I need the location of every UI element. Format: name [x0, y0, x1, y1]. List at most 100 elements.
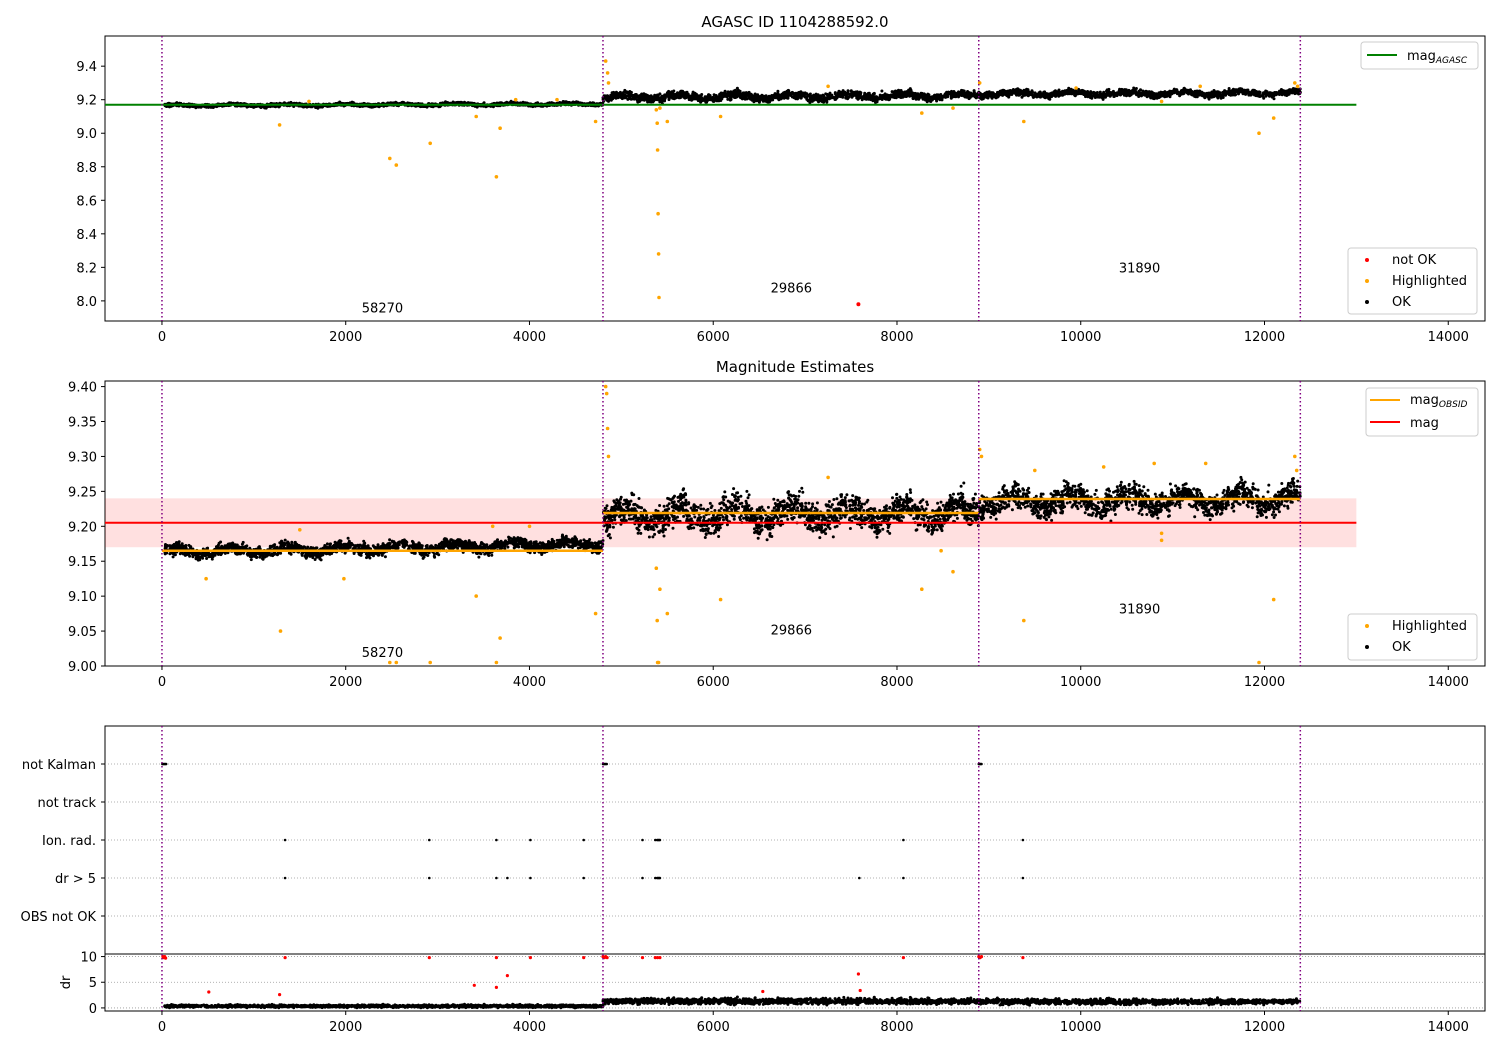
ok-point [950, 93, 954, 97]
ok-point [733, 96, 736, 99]
ok-point [739, 92, 743, 96]
ok-point [658, 98, 662, 101]
ok-point [820, 100, 824, 103]
ok-point [807, 98, 810, 102]
ok-point [679, 89, 683, 93]
ok-point [653, 97, 657, 101]
ok-point [622, 91, 625, 94]
ok-point [857, 96, 861, 100]
ok-point [646, 99, 650, 103]
ok-point [897, 88, 900, 92]
ok-point [666, 94, 670, 98]
ok-point [746, 91, 750, 95]
ok-point [610, 94, 614, 98]
ok-point [816, 98, 820, 101]
ok-point [660, 100, 664, 104]
ok-point [953, 94, 957, 98]
ok-point [796, 95, 800, 99]
ok-point [673, 94, 677, 98]
ok-point [867, 91, 870, 95]
ok-point [799, 93, 803, 97]
ok-point [924, 98, 928, 102]
ok-point [908, 94, 912, 98]
ok-point [316, 106, 320, 110]
ok-point [1264, 94, 1268, 98]
ok-point [880, 89, 884, 93]
ok-point [787, 91, 790, 95]
ok-point [1139, 88, 1142, 92]
ok-point [696, 95, 700, 99]
ok-point [707, 93, 711, 97]
ok-point [719, 92, 723, 96]
ok-point [946, 92, 950, 96]
ok-point [642, 94, 646, 98]
ok-point [846, 97, 850, 101]
ok-point [930, 97, 934, 101]
ok-point [672, 97, 676, 100]
ok-point [874, 96, 878, 100]
ok-point [884, 97, 888, 101]
ok-point [905, 93, 909, 97]
ok-point [700, 93, 704, 96]
ok-point [752, 94, 756, 98]
ok-point [973, 93, 977, 97]
ok-point [263, 106, 267, 110]
ok-point [621, 95, 625, 99]
ok-point [862, 95, 866, 99]
ok-point [1227, 87, 1231, 90]
ok-point [615, 94, 619, 98]
ok-point [475, 105, 479, 109]
ok-point [703, 98, 707, 101]
ok-point [880, 94, 884, 98]
ok-point [968, 95, 972, 99]
ok-point [860, 98, 864, 102]
ok-point [966, 90, 969, 94]
ok-point [871, 98, 875, 102]
ok-point [741, 94, 745, 98]
ok-point [874, 101, 877, 104]
ok-point [859, 92, 862, 96]
ok-point [736, 94, 739, 98]
ok-point [655, 94, 659, 98]
ok-point [1020, 95, 1024, 99]
ok-point [797, 91, 801, 95]
ok-point [626, 91, 630, 95]
ok-point [911, 92, 914, 96]
ok-point [887, 98, 891, 102]
ok-point [846, 89, 850, 93]
ok-point [618, 90, 622, 94]
ok-point [713, 98, 717, 102]
ok-point [899, 89, 903, 93]
figure: AGASC ID 1104288592.0 582702986631890 02… [21, 13, 1486, 1035]
ok-point [960, 90, 964, 94]
panel-1-title: AGASC ID 1104288592.0 [701, 13, 888, 31]
ok-point [632, 97, 636, 101]
ok-point [722, 92, 726, 96]
ok-point [729, 94, 733, 97]
ok-point [777, 96, 781, 100]
ok-point [825, 100, 829, 104]
ok-point [640, 92, 644, 96]
ok-point [728, 98, 732, 102]
ok-point [898, 93, 902, 97]
ok-point [750, 97, 754, 101]
ok-point [629, 93, 632, 97]
ok-point [938, 97, 942, 101]
ok-point [826, 97, 829, 100]
ok-point [834, 97, 838, 101]
ok-point [813, 95, 817, 99]
ok-point [634, 93, 638, 96]
ok-point [887, 94, 890, 98]
ok-point [790, 92, 793, 96]
ok-point [766, 97, 770, 101]
ok-point [935, 93, 939, 97]
ok-point [669, 90, 673, 94]
panel-1-frame [104, 35, 1486, 322]
ok-point [690, 96, 694, 100]
ok-point [605, 94, 609, 98]
ok-point [819, 95, 823, 99]
ok-point [744, 97, 748, 101]
ok-point [790, 95, 794, 99]
ok-point [958, 92, 961, 96]
ok-point [1260, 94, 1264, 98]
